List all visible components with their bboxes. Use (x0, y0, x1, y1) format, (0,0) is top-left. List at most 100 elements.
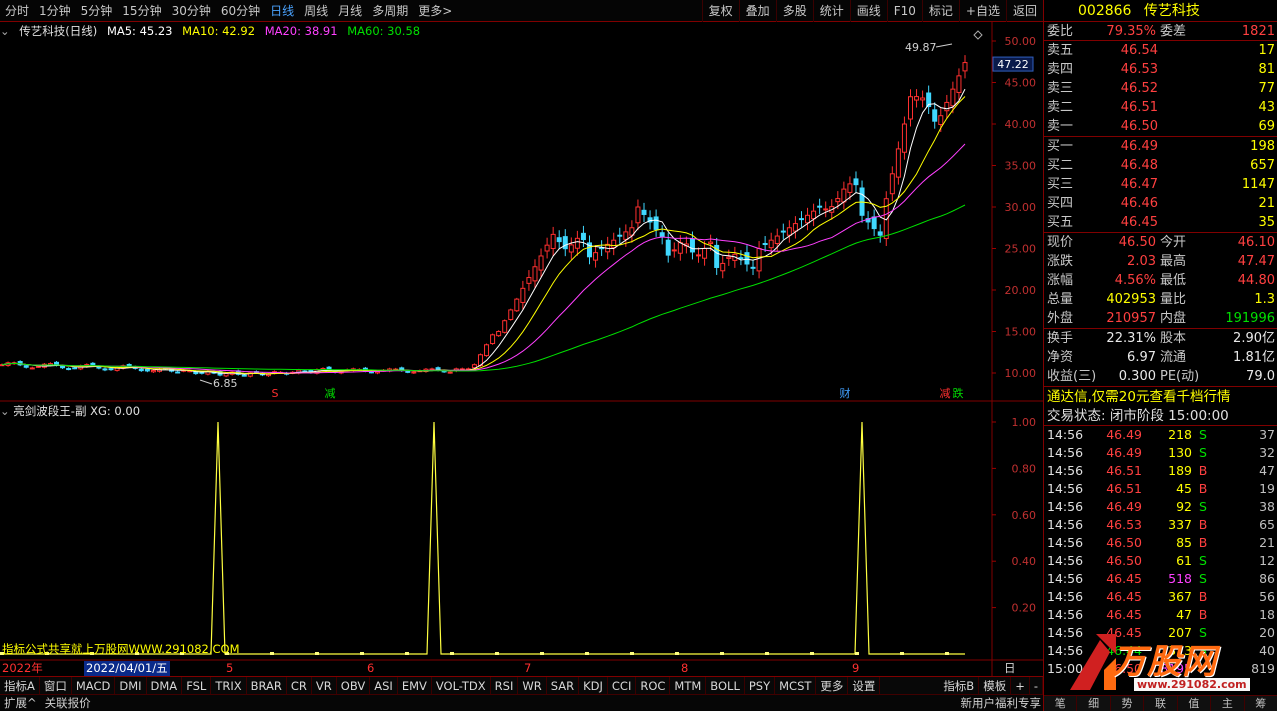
candle (780, 230, 786, 233)
tick-row: 14:56 46.49 130 S 32 (1047, 445, 1275, 460)
indicator-tab-11[interactable]: ASI (370, 676, 398, 695)
collapse-icon[interactable]: ⌄ (0, 404, 10, 418)
xg-signal-line (0, 421, 965, 655)
book-row: 买一 46.49 198 (1047, 139, 1275, 154)
related-quote-button[interactable]: 关联报价 (41, 695, 95, 711)
candle (35, 365, 41, 368)
candle (66, 368, 72, 371)
bottom-bar: 扩展^ 关联报价 新用户福利专享 (0, 694, 1043, 711)
candle (556, 237, 562, 243)
candle (508, 309, 514, 320)
candle (877, 231, 883, 236)
sub-axis-tick: 0.60 (1012, 509, 1037, 522)
indicator-tab-13[interactable]: VOL-TDX (432, 676, 491, 695)
price-tick: 25.00 (1005, 243, 1037, 256)
month-label: 9 (852, 661, 860, 675)
indicator-tab-5[interactable]: FSL (182, 676, 212, 695)
candle (471, 364, 477, 369)
candle (150, 370, 156, 373)
candle (550, 233, 556, 249)
book-row: 卖四 46.53 81 (1047, 62, 1275, 77)
month-label: 6 (367, 661, 375, 675)
candle (502, 320, 508, 333)
indicator-tab-0[interactable]: 指标A (0, 676, 40, 695)
indicator-tab-9[interactable]: VR (312, 676, 337, 695)
indicator-right-0[interactable]: 指标B (939, 677, 980, 695)
indicator-tab-1[interactable]: 窗口 (40, 676, 72, 695)
sub-footer-text: 指标公式共享就上万股网WWW.291082.COM (2, 642, 240, 656)
indicator-tab-23[interactable]: MCST (775, 676, 817, 695)
candle (574, 237, 580, 249)
candle (223, 372, 229, 377)
sub-axis-tick: 0.80 (1012, 462, 1037, 475)
new-user-promo[interactable]: 新用户福利专享 (961, 695, 1042, 711)
indicator-tab-18[interactable]: CCI (608, 676, 637, 695)
tick-row: 14:56 46.45 47 B 18 (1047, 607, 1275, 622)
indicator-tab-24[interactable]: 更多 (816, 676, 849, 695)
candle (944, 101, 950, 112)
indicator-tab-7[interactable]: BRAR (247, 676, 287, 695)
candle (817, 205, 823, 208)
indicator-tab-2[interactable]: MACD (72, 676, 116, 695)
indicator-tab-14[interactable]: RSI (491, 676, 519, 695)
candle (580, 232, 586, 241)
ma5-line (1, 88, 966, 375)
indicator-tab-17[interactable]: KDJ (579, 676, 608, 695)
indicator-tab-22[interactable]: PSY (745, 676, 776, 695)
sub-indicator-label: 亮剑波段王-副 XG: 0.00 (13, 404, 141, 418)
indicator-tabs: 指标A 窗口 MACD DMI DMA FSL TRIX BRAR CR VR OBV ASI EMV V… (0, 676, 1043, 695)
bid-book: 买一 46.49 198 买二 46.48 657 买三 46.47 1147 买四 46.46 21… (1044, 137, 1277, 233)
indicator-tab-10[interactable]: OBV (337, 676, 371, 695)
candle (484, 344, 490, 357)
indicator-tab-20[interactable]: MTM (670, 676, 707, 695)
indicator-right-2[interactable]: + (1011, 677, 1030, 695)
tick-row: 14:56 46.49 218 S 37 (1047, 427, 1275, 442)
candle (853, 178, 859, 186)
tick-row: 14:56 46.50 61 S 12 (1047, 553, 1275, 568)
price-tick: 30.00 (1005, 201, 1037, 214)
indicator-tab-16[interactable]: SAR (547, 676, 580, 695)
candle (635, 206, 641, 224)
fundamental-row: 净资 6.97 流通 1.81亿 (1047, 350, 1275, 365)
indicator-tab-25[interactable]: 设置 (848, 676, 881, 695)
indicator-right-3[interactable]: - (1030, 677, 1043, 695)
promo-banner[interactable]: 通达信,仅需20元查看千档行情 (1044, 386, 1277, 407)
indicator-tab-15[interactable]: WR (518, 676, 547, 695)
candle (696, 254, 702, 257)
indicator-tab-3[interactable]: DMI (115, 676, 147, 695)
watermark-url: www.291082.com (1134, 678, 1250, 691)
candle (841, 188, 847, 203)
selected-date: 2022/04/01/五 (84, 661, 170, 676)
month-label: 7 (524, 661, 532, 675)
book-row: 卖二 46.51 43 (1047, 100, 1275, 115)
price-tick: 35.00 (1005, 160, 1037, 173)
quote-row: 总量 402953 量比 1.3 (1047, 292, 1275, 307)
sub-axis-tick: 0.20 (1012, 602, 1037, 615)
indicator-tab-6[interactable]: TRIX (211, 676, 247, 695)
kline-chart[interactable]: 50.00 45.00 40.00 35.00 30.00 25.00 20.00 15.00… (0, 0, 1043, 676)
stock-code: 002866 (1078, 3, 1132, 19)
candle (241, 374, 247, 377)
candle (617, 234, 623, 237)
indicator-tab-21[interactable]: BOLL (706, 676, 745, 695)
indicator-tab-19[interactable]: ROC (636, 676, 671, 695)
candle (520, 287, 526, 303)
indicator-tab-4[interactable]: DMA (147, 676, 183, 695)
tick-row: 14:56 46.49 92 S 38 (1047, 499, 1275, 514)
indicator-tab-12[interactable]: EMV (398, 676, 432, 695)
tick-row: 14:56 46.45 367 B 56 (1047, 589, 1275, 604)
candle (689, 238, 695, 253)
candle (932, 109, 938, 122)
book-row: 买三 46.47 1147 (1047, 177, 1275, 192)
indicator-right-1[interactable]: 模板 (979, 677, 1012, 695)
expand-button[interactable]: 扩展^ (0, 695, 41, 711)
event-marker: 减 (940, 387, 951, 400)
book-row: 买五 46.45 35 (1047, 215, 1275, 230)
candle (641, 209, 647, 215)
candle (108, 368, 114, 371)
price-tick: 40.00 (1005, 118, 1037, 131)
candle (756, 248, 762, 272)
candle (653, 216, 659, 230)
indicator-tab-8[interactable]: CR (287, 676, 312, 695)
candle (611, 239, 617, 249)
